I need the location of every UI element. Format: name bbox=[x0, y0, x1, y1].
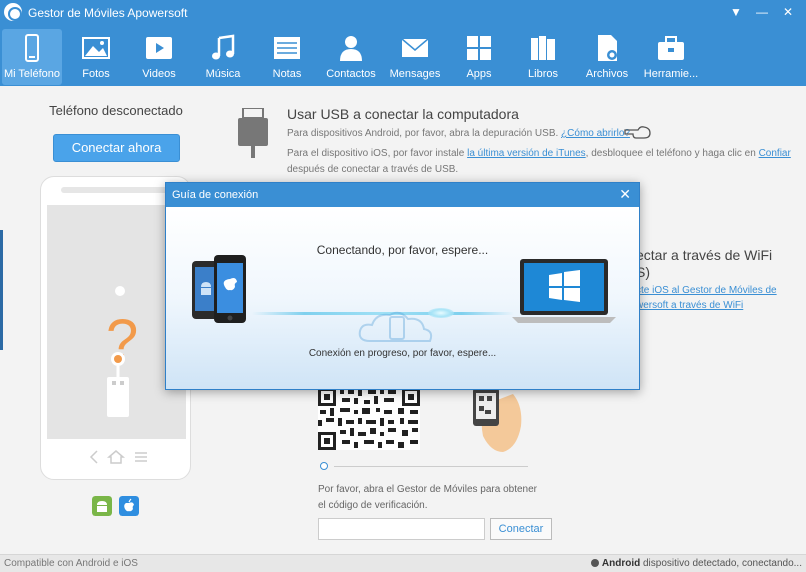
tab-label: Videos bbox=[142, 68, 176, 80]
pointing-hand-icon bbox=[624, 126, 651, 139]
contacts-icon bbox=[340, 36, 362, 61]
dialog-header: Guía de conexión ✕ bbox=[166, 183, 639, 207]
dialog-close-icon[interactable]: ✕ bbox=[619, 186, 631, 202]
tab-label: Fotos bbox=[82, 68, 110, 80]
tab-label: Mi Teléfono bbox=[3, 68, 61, 80]
tab-apps[interactable]: Apps bbox=[449, 29, 509, 85]
qr-code bbox=[318, 388, 420, 450]
menu-dropdown-icon[interactable]: ▼ bbox=[726, 3, 746, 21]
tab-label: Libros bbox=[528, 68, 558, 80]
apple-icon bbox=[119, 496, 139, 516]
connection-guide-dialog: Guía de conexión ✕ Conectando, por favor… bbox=[165, 182, 640, 390]
progress-message: Conexión en progreso, por favor, espere.… bbox=[308, 348, 497, 359]
connect-code-button[interactable]: Conectar bbox=[490, 518, 552, 540]
device-status: Android dispositivo detectado, conectand… bbox=[590, 558, 802, 569]
tab-videos[interactable]: Videos bbox=[129, 29, 189, 85]
app-logo-icon bbox=[4, 3, 22, 21]
device-os-label: Android bbox=[601, 558, 641, 569]
apps-icon bbox=[467, 36, 491, 60]
tab-notas[interactable]: Notas bbox=[257, 29, 317, 85]
verify-instructions-1: Por favor, abra el Gestor de Móviles par… bbox=[318, 484, 538, 495]
books-icon bbox=[531, 36, 555, 60]
verify-instructions-2: el código de verificación. bbox=[318, 500, 428, 511]
tab-label: Herramie... bbox=[643, 68, 699, 80]
video-icon bbox=[146, 37, 172, 59]
dialog-title: Guía de conexión bbox=[172, 189, 259, 201]
progress-track bbox=[334, 466, 528, 467]
android-icon bbox=[92, 496, 112, 516]
wifi-ios-link[interactable]: cte iOS al Gestor de Móviles de bbox=[636, 285, 777, 296]
usb-ios-instructions: Para el dispositivo iOS, por favor insta… bbox=[287, 148, 791, 159]
minimize-button[interactable]: — bbox=[752, 3, 772, 21]
trust-link[interactable]: Confiar bbox=[759, 148, 791, 159]
app-title: Gestor de Móviles Apowersoft bbox=[28, 6, 188, 20]
tab-label: Contactos bbox=[326, 68, 376, 80]
qr-code-pattern bbox=[318, 388, 420, 450]
files-icon bbox=[598, 35, 617, 61]
phone-icon bbox=[25, 34, 39, 62]
photo-icon bbox=[82, 37, 110, 59]
tab-label: Archivos bbox=[585, 68, 629, 80]
tab-musica[interactable]: Música bbox=[193, 29, 253, 85]
how-to-open-link[interactable]: ¿Cómo abrirlo? bbox=[561, 128, 630, 139]
notes-icon bbox=[274, 37, 300, 59]
tab-libros[interactable]: Libros bbox=[513, 29, 573, 85]
usb-android-text: Para dispositivos Android, por favor, ab… bbox=[287, 128, 559, 139]
hand-phone-scan-illustration bbox=[473, 388, 522, 452]
itunes-link[interactable]: la última versión de iTunes bbox=[467, 148, 586, 159]
phone-speaker bbox=[61, 187, 171, 193]
compatibility-label: Compatible con Android e iOS bbox=[4, 558, 138, 569]
tab-mensages[interactable]: Mensages bbox=[385, 29, 445, 85]
phones-illustration bbox=[192, 255, 246, 323]
status-dot-icon bbox=[590, 559, 599, 567]
usb-android-instructions: Para dispositivos Android, por favor, ab… bbox=[287, 128, 630, 139]
left-accent-bar bbox=[0, 230, 3, 350]
main-toolbar: Mi Teléfono Fotos Videos Música Notas Co… bbox=[0, 26, 806, 86]
usb-title: Usar USB a conectar la computadora bbox=[287, 106, 519, 122]
tab-mi-telefono[interactable]: Mi Teléfono bbox=[2, 29, 62, 85]
device-status-text: dispositivo detectado, conectando... bbox=[640, 558, 802, 569]
connect-now-button[interactable]: Conectar ahora bbox=[53, 134, 180, 162]
phone-nav-icons bbox=[89, 450, 147, 464]
music-icon bbox=[212, 34, 235, 60]
messages-icon bbox=[401, 38, 429, 57]
tools-icon bbox=[658, 36, 684, 60]
tab-label: Música bbox=[205, 68, 241, 80]
progress-indicator bbox=[320, 462, 328, 470]
verification-code-input[interactable] bbox=[318, 518, 485, 540]
usb-cable-icon bbox=[238, 108, 268, 158]
title-bar: Gestor de Móviles Apowersoft ▼ — ✕ bbox=[0, 0, 806, 26]
dialog-body: Conectando, por favor, espere... Conexió… bbox=[166, 207, 639, 389]
laptop-windows-illustration bbox=[512, 259, 616, 323]
tab-label: Notas bbox=[272, 68, 302, 80]
usb-ios-text-a: Para el dispositivo iOS, por favor insta… bbox=[287, 148, 468, 159]
wifi-title: ectar a través de WiFi bbox=[636, 247, 773, 263]
wifi-ios-link-2[interactable]: wersoft a través de WiFi bbox=[636, 300, 743, 311]
phone-status-label: Teléfono desconectado bbox=[49, 103, 183, 118]
close-window-button[interactable]: ✕ bbox=[778, 3, 798, 21]
tab-label: Mensages bbox=[389, 68, 441, 80]
cloud-sync-icon bbox=[358, 311, 433, 342]
tab-archivos[interactable]: Archivos bbox=[577, 29, 637, 85]
usb-ios-text-b: , desbloquee el teléfono y haga clic en bbox=[585, 148, 759, 159]
tab-contactos[interactable]: Contactos bbox=[321, 29, 381, 85]
status-bar: Compatible con Android e iOS Android dis… bbox=[0, 554, 806, 572]
usb-ios-text-c: después de conectar a través de USB. bbox=[287, 164, 459, 175]
tab-herramientas[interactable]: Herramie... bbox=[641, 29, 701, 85]
tab-fotos[interactable]: Fotos bbox=[66, 29, 126, 85]
tab-label: Apps bbox=[466, 68, 492, 80]
